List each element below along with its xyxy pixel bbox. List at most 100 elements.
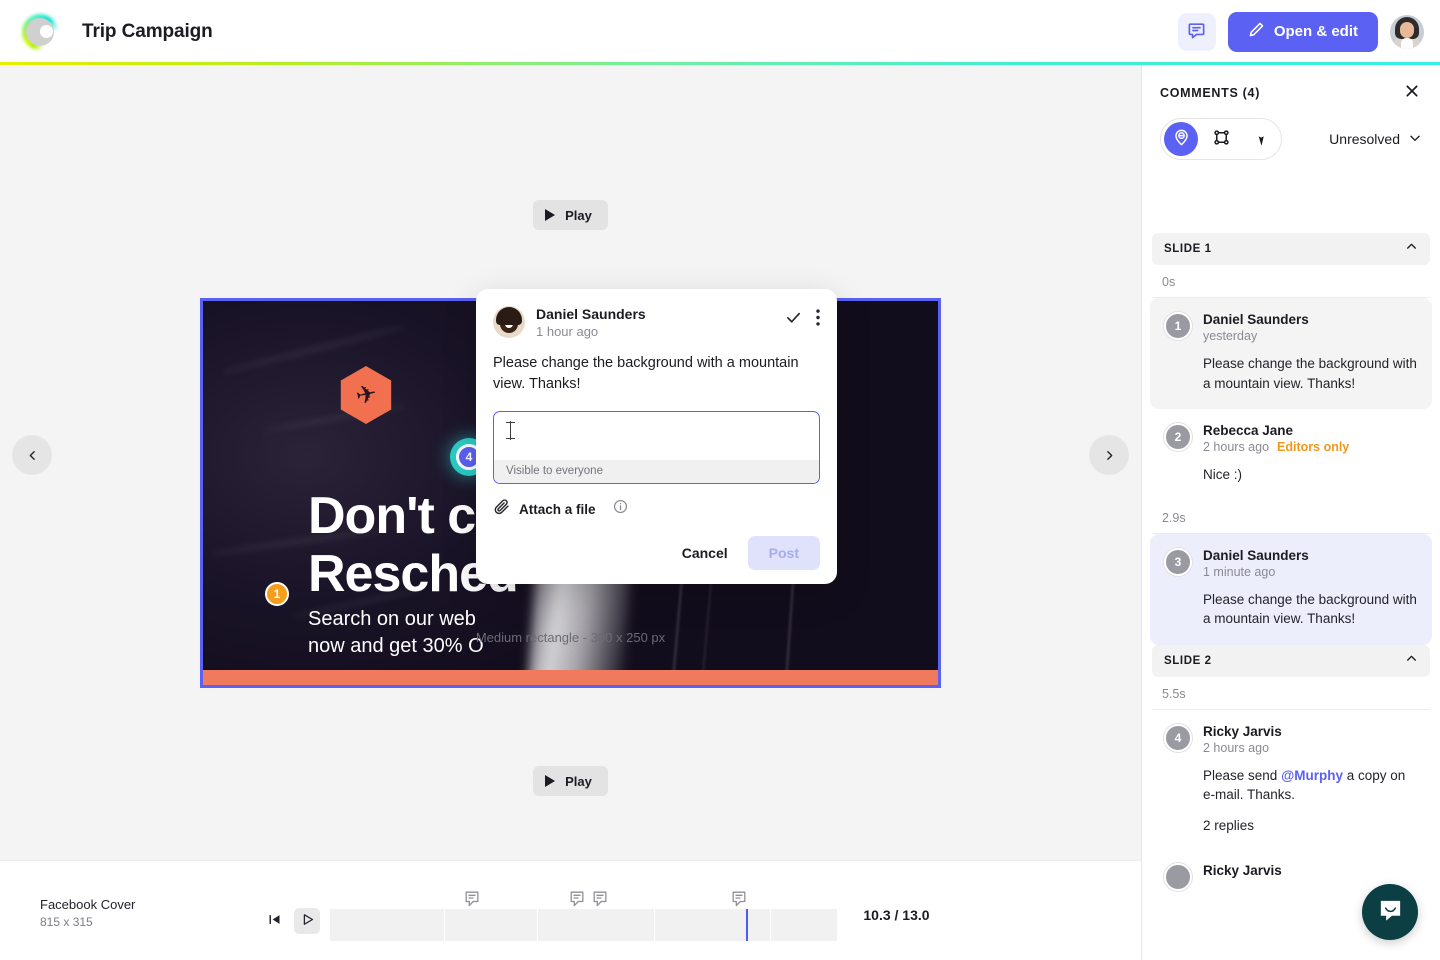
- comment-author: Ricky Jarvis: [1203, 863, 1418, 878]
- comment-filter-dropdown[interactable]: Unresolved: [1329, 131, 1422, 148]
- intercom-launcher-button[interactable]: [1362, 884, 1418, 940]
- page-title: Trip Campaign: [82, 21, 213, 43]
- play-icon: [545, 209, 555, 221]
- timeline-segment[interactable]: [655, 909, 771, 941]
- arrow-cursor-tool[interactable]: [1244, 122, 1278, 156]
- comment-text: Nice :): [1203, 465, 1418, 485]
- comment-body: Daniel Saunders 1 minute ago Please chan…: [1203, 548, 1418, 629]
- play-bottom-wrap: Play: [0, 766, 1141, 796]
- comment-author: Rebecca Jane: [1203, 423, 1418, 438]
- popup-author-meta: Daniel Saunders 1 hour ago: [536, 306, 646, 339]
- more-options-button[interactable]: [816, 309, 820, 329]
- comment-meta: yesterday: [1203, 329, 1418, 343]
- play-label: Play: [565, 208, 592, 223]
- comments-panel-header: COMMENTS (4): [1142, 65, 1440, 104]
- comment-time: 1 minute ago: [1203, 565, 1275, 579]
- comment-badge: 1: [1164, 312, 1192, 340]
- header-actions: Open & edit: [1178, 12, 1424, 52]
- chevron-up-icon[interactable]: [1405, 240, 1418, 258]
- comment-marker-icon[interactable]: [732, 891, 746, 912]
- comment-marker-icon[interactable]: [465, 891, 479, 912]
- resolve-button[interactable]: [785, 309, 802, 329]
- intercom-chat-icon: [1377, 897, 1404, 927]
- prev-slide-button[interactable]: [12, 435, 52, 475]
- app-logo-icon[interactable]: [20, 12, 60, 52]
- comment-author: Ricky Jarvis: [1203, 724, 1418, 739]
- avatar: [493, 306, 525, 338]
- comment-item-3[interactable]: 3 Daniel Saunders 1 minute ago Please ch…: [1150, 534, 1432, 645]
- avatar-hair: [496, 307, 522, 325]
- pin-comment-tool[interactable]: [1164, 122, 1198, 156]
- comment-item-2[interactable]: 2 Rebecca Jane 2 hours ago Editors only …: [1150, 409, 1432, 501]
- slide-group-header-2[interactable]: SLIDE 2: [1152, 645, 1430, 677]
- slide1-bottom-bar: [203, 670, 938, 685]
- timeline-segment[interactable]: [330, 909, 445, 941]
- comment-pin-1[interactable]: 1: [265, 582, 289, 606]
- timeline[interactable]: [330, 891, 838, 941]
- popup-comment-text: Please change the background with a moun…: [493, 353, 820, 395]
- popup-actions: [785, 306, 820, 329]
- play-icon: [300, 912, 315, 930]
- avatar-shirt: [1401, 38, 1413, 49]
- skip-back-button[interactable]: [262, 909, 286, 933]
- popup-header: Daniel Saunders 1 hour ago: [493, 306, 820, 339]
- comment-marker-icon[interactable]: [593, 891, 607, 912]
- play-button-slide2[interactable]: Play: [533, 766, 608, 796]
- comments-toggle-button[interactable]: [1178, 13, 1216, 51]
- tool-group: [1160, 118, 1282, 160]
- comment-time: 2 hours ago: [1203, 440, 1269, 454]
- comment-body: Ricky Jarvis 2 hours ago Please send @Mu…: [1203, 724, 1418, 833]
- slide-group-label: SLIDE 1: [1164, 243, 1212, 255]
- timeline-segment[interactable]: [538, 909, 655, 941]
- comment-icon: [1187, 21, 1206, 43]
- app-header: Trip Campaign Open & edit: [0, 0, 1440, 63]
- timeline-playhead[interactable]: [746, 909, 748, 941]
- info-icon[interactable]: [613, 499, 628, 519]
- reply-input[interactable]: [494, 412, 819, 460]
- play-top-wrap: Play: [0, 200, 1141, 230]
- comment-meta: 2 hours ago Editors only: [1203, 440, 1418, 454]
- comment-badge: [1164, 863, 1192, 891]
- comment-time: yesterday: [1203, 329, 1257, 343]
- reply-composer[interactable]: Visible to everyone: [493, 411, 820, 484]
- comment-body: Daniel Saunders yesterday Please change …: [1203, 312, 1418, 393]
- open-and-edit-button[interactable]: Open & edit: [1228, 12, 1378, 52]
- format-name: Facebook Cover: [40, 897, 135, 912]
- attach-file-label[interactable]: Attach a file: [519, 502, 596, 517]
- timeline-segment[interactable]: [771, 909, 838, 941]
- chevron-up-icon[interactable]: [1405, 652, 1418, 670]
- avatar[interactable]: [1390, 15, 1424, 49]
- comment-item-4[interactable]: 4 Ricky Jarvis 2 hours ago Please send @…: [1150, 710, 1432, 849]
- close-panel-button[interactable]: [1402, 81, 1422, 104]
- comment-item-1[interactable]: 1 Daniel Saunders yesterday Please chang…: [1150, 298, 1432, 409]
- comments-list[interactable]: SLIDE 1 0s 1 Daniel Saunders yesterday P…: [1142, 233, 1440, 960]
- play-button-slide1[interactable]: Play: [533, 200, 608, 230]
- post-button[interactable]: Post: [748, 536, 820, 570]
- comment-marker-icon[interactable]: [570, 891, 584, 912]
- paperclip-icon[interactable]: [493, 498, 510, 520]
- open-and-edit-label: Open & edit: [1274, 23, 1358, 40]
- timeline-play-button[interactable]: [294, 908, 320, 934]
- timeline-segment[interactable]: [445, 909, 538, 941]
- comment-text-before: Please send: [1203, 768, 1281, 783]
- check-icon: [785, 314, 802, 329]
- format-info: Facebook Cover 815 x 315: [40, 897, 135, 929]
- frame-select-tool[interactable]: [1204, 122, 1238, 156]
- timeline-track[interactable]: [330, 909, 838, 941]
- comment-author: Daniel Saunders: [1203, 312, 1418, 327]
- comment-author: Daniel Saunders: [1203, 548, 1418, 563]
- bottom-toolbar: Facebook Cover 815 x 315 10.3 / 13.0: [0, 860, 1141, 960]
- skip-back-icon: [267, 912, 282, 930]
- slide-group-header-1[interactable]: SLIDE 1: [1152, 233, 1430, 265]
- logo-hole: [40, 25, 53, 38]
- next-slide-button[interactable]: [1089, 435, 1129, 475]
- comment-time: 2 hours ago: [1203, 741, 1269, 755]
- replies-toggle[interactable]: 2 replies: [1203, 818, 1418, 833]
- comments-panel-title: COMMENTS (4): [1160, 86, 1260, 100]
- chevron-down-icon: [1408, 131, 1422, 148]
- cancel-button[interactable]: Cancel: [668, 536, 742, 570]
- avatar-face: [1400, 22, 1414, 38]
- mention-link[interactable]: @Murphy: [1281, 768, 1343, 783]
- airplane-glyph: ✈: [353, 381, 379, 410]
- time-display: 10.3 / 13.0: [863, 907, 929, 923]
